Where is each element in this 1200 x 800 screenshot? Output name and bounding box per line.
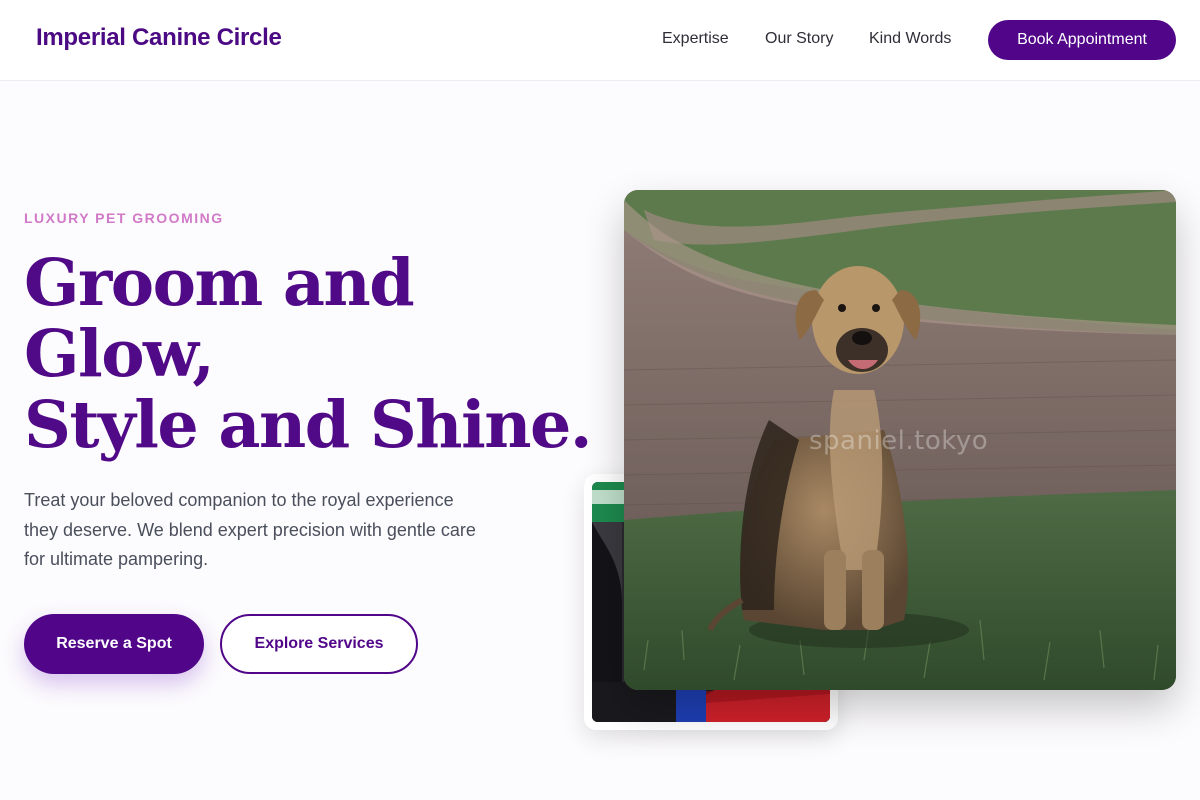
reserve-spot-button[interactable]: Reserve a Spot [24, 614, 204, 674]
explore-services-button[interactable]: Explore Services [220, 614, 418, 674]
brand-logo[interactable]: Imperial Canine Circle [36, 24, 282, 52]
top-navigation: Imperial Canine Circle Expertise Our Sto… [0, 0, 1200, 81]
nav-link-kind-words[interactable]: Kind Words [869, 30, 951, 48]
main-dog-photo: spaniel.tokyo [624, 190, 1176, 690]
nav-link-expertise[interactable]: Expertise [662, 30, 729, 48]
hero-headline-line: Style and Shine. [24, 387, 593, 463]
nav-link-our-story[interactable]: Our Story [765, 30, 833, 48]
hero-headline: Groom and Glow, Style and Shine. [24, 245, 593, 463]
book-appointment-button[interactable]: Book Appointment [988, 20, 1176, 60]
hero-headline-line: Glow, [24, 316, 215, 392]
photo-watermark: spaniel.tokyo [809, 426, 989, 456]
hero-headline-line: Groom and [24, 245, 415, 321]
hero-description: Treat your beloved companion to the roya… [24, 490, 476, 569]
hero-eyebrow: LUXURY PET GROOMING [24, 210, 224, 226]
